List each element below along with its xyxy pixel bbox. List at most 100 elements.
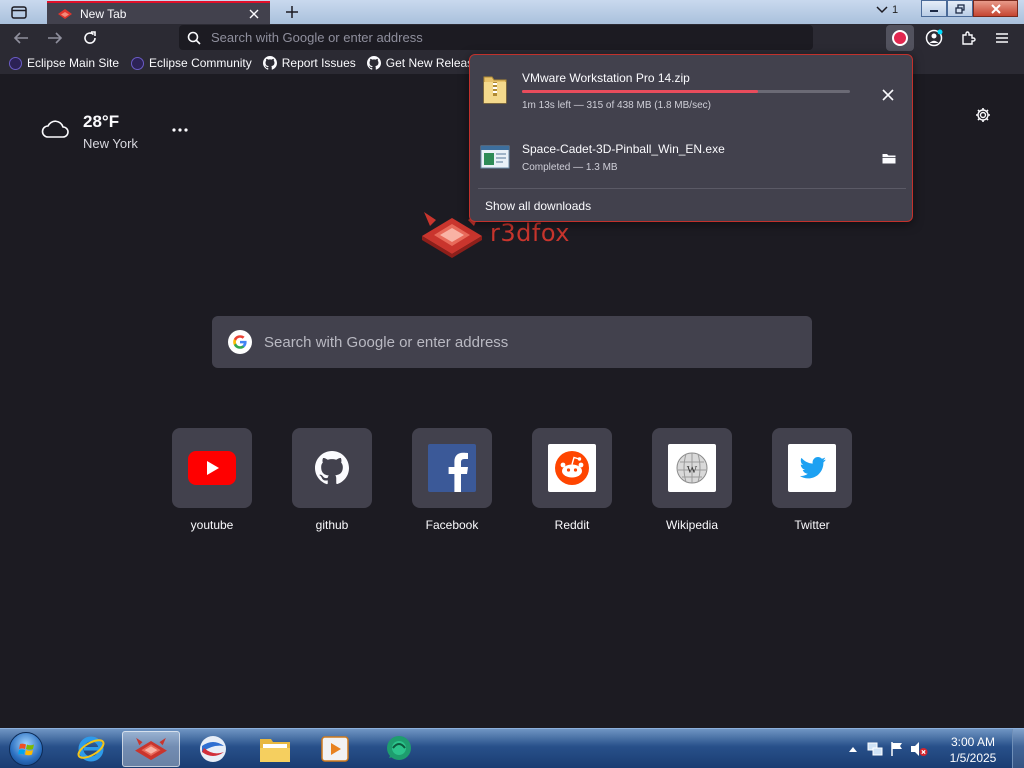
show-in-folder-button[interactable] [880, 150, 898, 166]
taskbar-internet-explorer[interactable] [62, 731, 120, 767]
tab-overflow-button[interactable]: 1 [876, 4, 898, 16]
search-input[interactable] [264, 333, 784, 351]
downloads-panel: VMware Workstation Pro 14.zip 1m 13s lef… [469, 54, 913, 222]
top-site-tile [292, 428, 372, 508]
cancel-download-button[interactable] [878, 85, 898, 105]
top-site-label: Wikipedia [665, 518, 719, 532]
forward-button[interactable] [43, 26, 67, 50]
top-site-twitter[interactable]: Twitter [772, 428, 852, 532]
top-site-label: Facebook [425, 518, 479, 532]
eclipse-icon [8, 56, 22, 70]
github-icon [262, 56, 277, 70]
taskbar-file-explorer[interactable] [246, 731, 304, 767]
r3dfox-icon [135, 737, 167, 761]
restore-icon [955, 3, 965, 14]
cloud-icon [41, 120, 69, 138]
system-tray [842, 729, 930, 768]
show-desktop-button[interactable] [1012, 729, 1024, 768]
navigation-toolbar [0, 24, 1024, 52]
twitter-icon [788, 444, 836, 492]
close-icon [249, 9, 259, 18]
more-options-icon [172, 128, 188, 132]
taskbar-r3dfox[interactable] [122, 731, 180, 767]
bookmark-eclipse-main-site[interactable]: Eclipse Main Site [8, 56, 119, 70]
google-icon [228, 330, 252, 354]
svg-text:W: W [687, 464, 698, 476]
bookmark-eclipse-community[interactable]: Eclipse Community [130, 56, 252, 70]
top-site-wikipedia[interactable]: W Wikipedia [652, 428, 732, 532]
download-item[interactable]: Space-Cadet-3D-Pinball_Win_EN.exe Comple… [478, 133, 906, 179]
chevron-down-icon [876, 6, 888, 14]
top-site-tile [532, 428, 612, 508]
url-input[interactable] [211, 30, 771, 45]
gear-icon [976, 108, 990, 122]
weather-location: New York [83, 136, 138, 151]
reload-button[interactable] [78, 26, 102, 50]
top-site-youtube[interactable]: youtube [172, 428, 252, 532]
download-status: 1m 13s left — 315 of 438 MB (1.8 MB/sec) [522, 100, 711, 111]
taskbar-app-sphere[interactable] [184, 731, 242, 767]
file-explorer-icon [260, 739, 290, 762]
clock-date: 1/5/2025 [949, 751, 997, 765]
top-site-reddit[interactable]: Reddit [532, 428, 612, 532]
zip-folder-icon [483, 76, 507, 104]
account-button[interactable] [922, 26, 946, 50]
back-button[interactable] [9, 26, 33, 50]
downloads-button[interactable] [886, 25, 914, 51]
download-filename: Space-Cadet-3D-Pinball_Win_EN.exe [522, 142, 725, 156]
menu-button[interactable] [990, 26, 1014, 50]
close-icon [990, 3, 1001, 14]
windows-logo-icon [9, 732, 43, 766]
wikipedia-icon: W [668, 444, 716, 492]
weather-widget[interactable]: 28°F New York [40, 112, 138, 151]
clock-time: 3:00 AM [950, 735, 996, 749]
search-box[interactable] [212, 316, 812, 368]
top-site-github[interactable]: github [292, 428, 372, 532]
download-item[interactable]: VMware Workstation Pro 14.zip 1m 13s lef… [478, 63, 906, 119]
download-filename: VMware Workstation Pro 14.zip [522, 71, 690, 85]
action-center-tray-icon[interactable] [886, 739, 908, 759]
download-status: Completed — 1.3 MB [522, 162, 618, 173]
tab-count: 1 [892, 4, 899, 16]
github-icon [366, 56, 381, 70]
search-icon [187, 31, 201, 45]
show-all-downloads-button[interactable]: Show all downloads [485, 199, 591, 213]
new-tab-button[interactable] [283, 3, 301, 21]
media-player-icon [321, 736, 349, 762]
close-window-button[interactable] [973, 0, 1018, 17]
url-bar[interactable] [179, 25, 813, 50]
restore-button[interactable] [947, 0, 973, 17]
bookmark-report-issues[interactable]: Report Issues [262, 56, 356, 70]
close-icon [882, 89, 894, 101]
top-site-facebook[interactable]: Facebook [412, 428, 492, 532]
volume-tray-icon[interactable] [908, 739, 930, 759]
logo-wordmark: r3dfox [490, 219, 570, 247]
r3dfox-favicon-icon [58, 8, 72, 19]
show-hidden-icons-button[interactable] [842, 739, 864, 759]
tab-list-button[interactable] [9, 3, 29, 21]
volume-muted-icon [911, 742, 928, 756]
extensions-button[interactable] [956, 26, 980, 50]
chat-app-icon [387, 736, 411, 760]
top-site-tile [772, 428, 852, 508]
weather-options-button[interactable] [170, 120, 190, 140]
tab-new-tab[interactable]: New Tab [47, 1, 270, 24]
folder-icon [882, 153, 896, 163]
reddit-icon [548, 444, 596, 492]
taskbar-chat-app[interactable] [370, 731, 428, 767]
eclipse-icon [130, 56, 144, 70]
top-site-label: Reddit [554, 518, 590, 532]
plus-icon [286, 6, 298, 18]
tab-close-button[interactable] [246, 6, 262, 22]
taskbar-clock[interactable]: 3:00 AM 1/5/2025 [940, 734, 1006, 766]
bookmark-get-new-releases[interactable]: Get New Releases [366, 56, 486, 70]
minimize-button[interactable] [921, 0, 947, 17]
youtube-icon [188, 451, 236, 485]
weather-temperature: 28°F [83, 112, 120, 131]
top-site-label: github [315, 518, 349, 532]
network-tray-icon[interactable] [864, 739, 886, 759]
start-button[interactable] [6, 731, 46, 767]
personalize-settings-button[interactable] [972, 104, 994, 126]
panel-divider [478, 188, 906, 189]
taskbar-media-player[interactable] [306, 731, 364, 767]
